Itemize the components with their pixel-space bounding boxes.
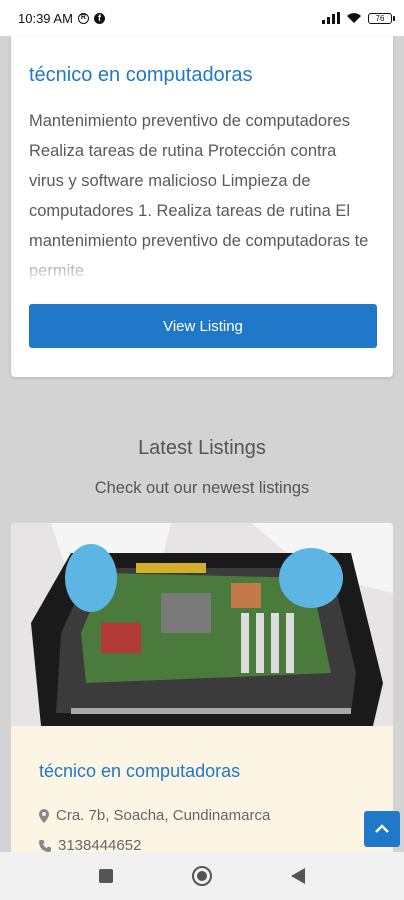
status-time: 10:39 AM	[18, 10, 73, 26]
address-text: Cra. 7b, Soacha, Cundinamarca	[56, 807, 271, 824]
status-bar: 10:39 AM R f 76	[0, 0, 404, 36]
listing-image[interactable]	[11, 523, 393, 726]
status-left: 10:39 AM R f	[18, 11, 105, 26]
map-marker-icon	[39, 808, 49, 823]
scroll-to-top-button[interactable]	[364, 811, 400, 847]
section-heading: Latest Listings	[138, 437, 266, 459]
navigation-bar	[0, 852, 404, 900]
back-button[interactable]	[290, 868, 305, 884]
registered-icon: R	[77, 12, 89, 24]
section-subheading: Check out our newest listings	[94, 479, 310, 497]
status-right: 76	[322, 12, 395, 24]
home-button[interactable]	[191, 866, 212, 886]
wifi-icon	[347, 13, 361, 23]
signal-icon	[322, 12, 340, 24]
listing-card-bottom: técnico en computadoras Cra. 7b, Soacha,…	[11, 523, 393, 863]
listing-card-top: técnico en computadoras Mantenimiento pr…	[11, 36, 393, 377]
phone-icon	[39, 839, 51, 852]
listing-address: Cra. 7b, Soacha, Cundinamarca	[39, 807, 270, 824]
facebook-icon: f	[93, 12, 105, 24]
battery-icon: 76	[368, 12, 395, 24]
chevron-up-icon	[375, 824, 389, 833]
card-title[interactable]: técnico en computadoras	[29, 64, 252, 87]
recent-apps-button[interactable]	[99, 869, 114, 883]
home-icon	[196, 871, 207, 881]
view-listing-button[interactable]: View Listing	[29, 304, 377, 348]
description-fade	[29, 248, 374, 284]
listing-title[interactable]: técnico en computadoras	[39, 761, 240, 782]
